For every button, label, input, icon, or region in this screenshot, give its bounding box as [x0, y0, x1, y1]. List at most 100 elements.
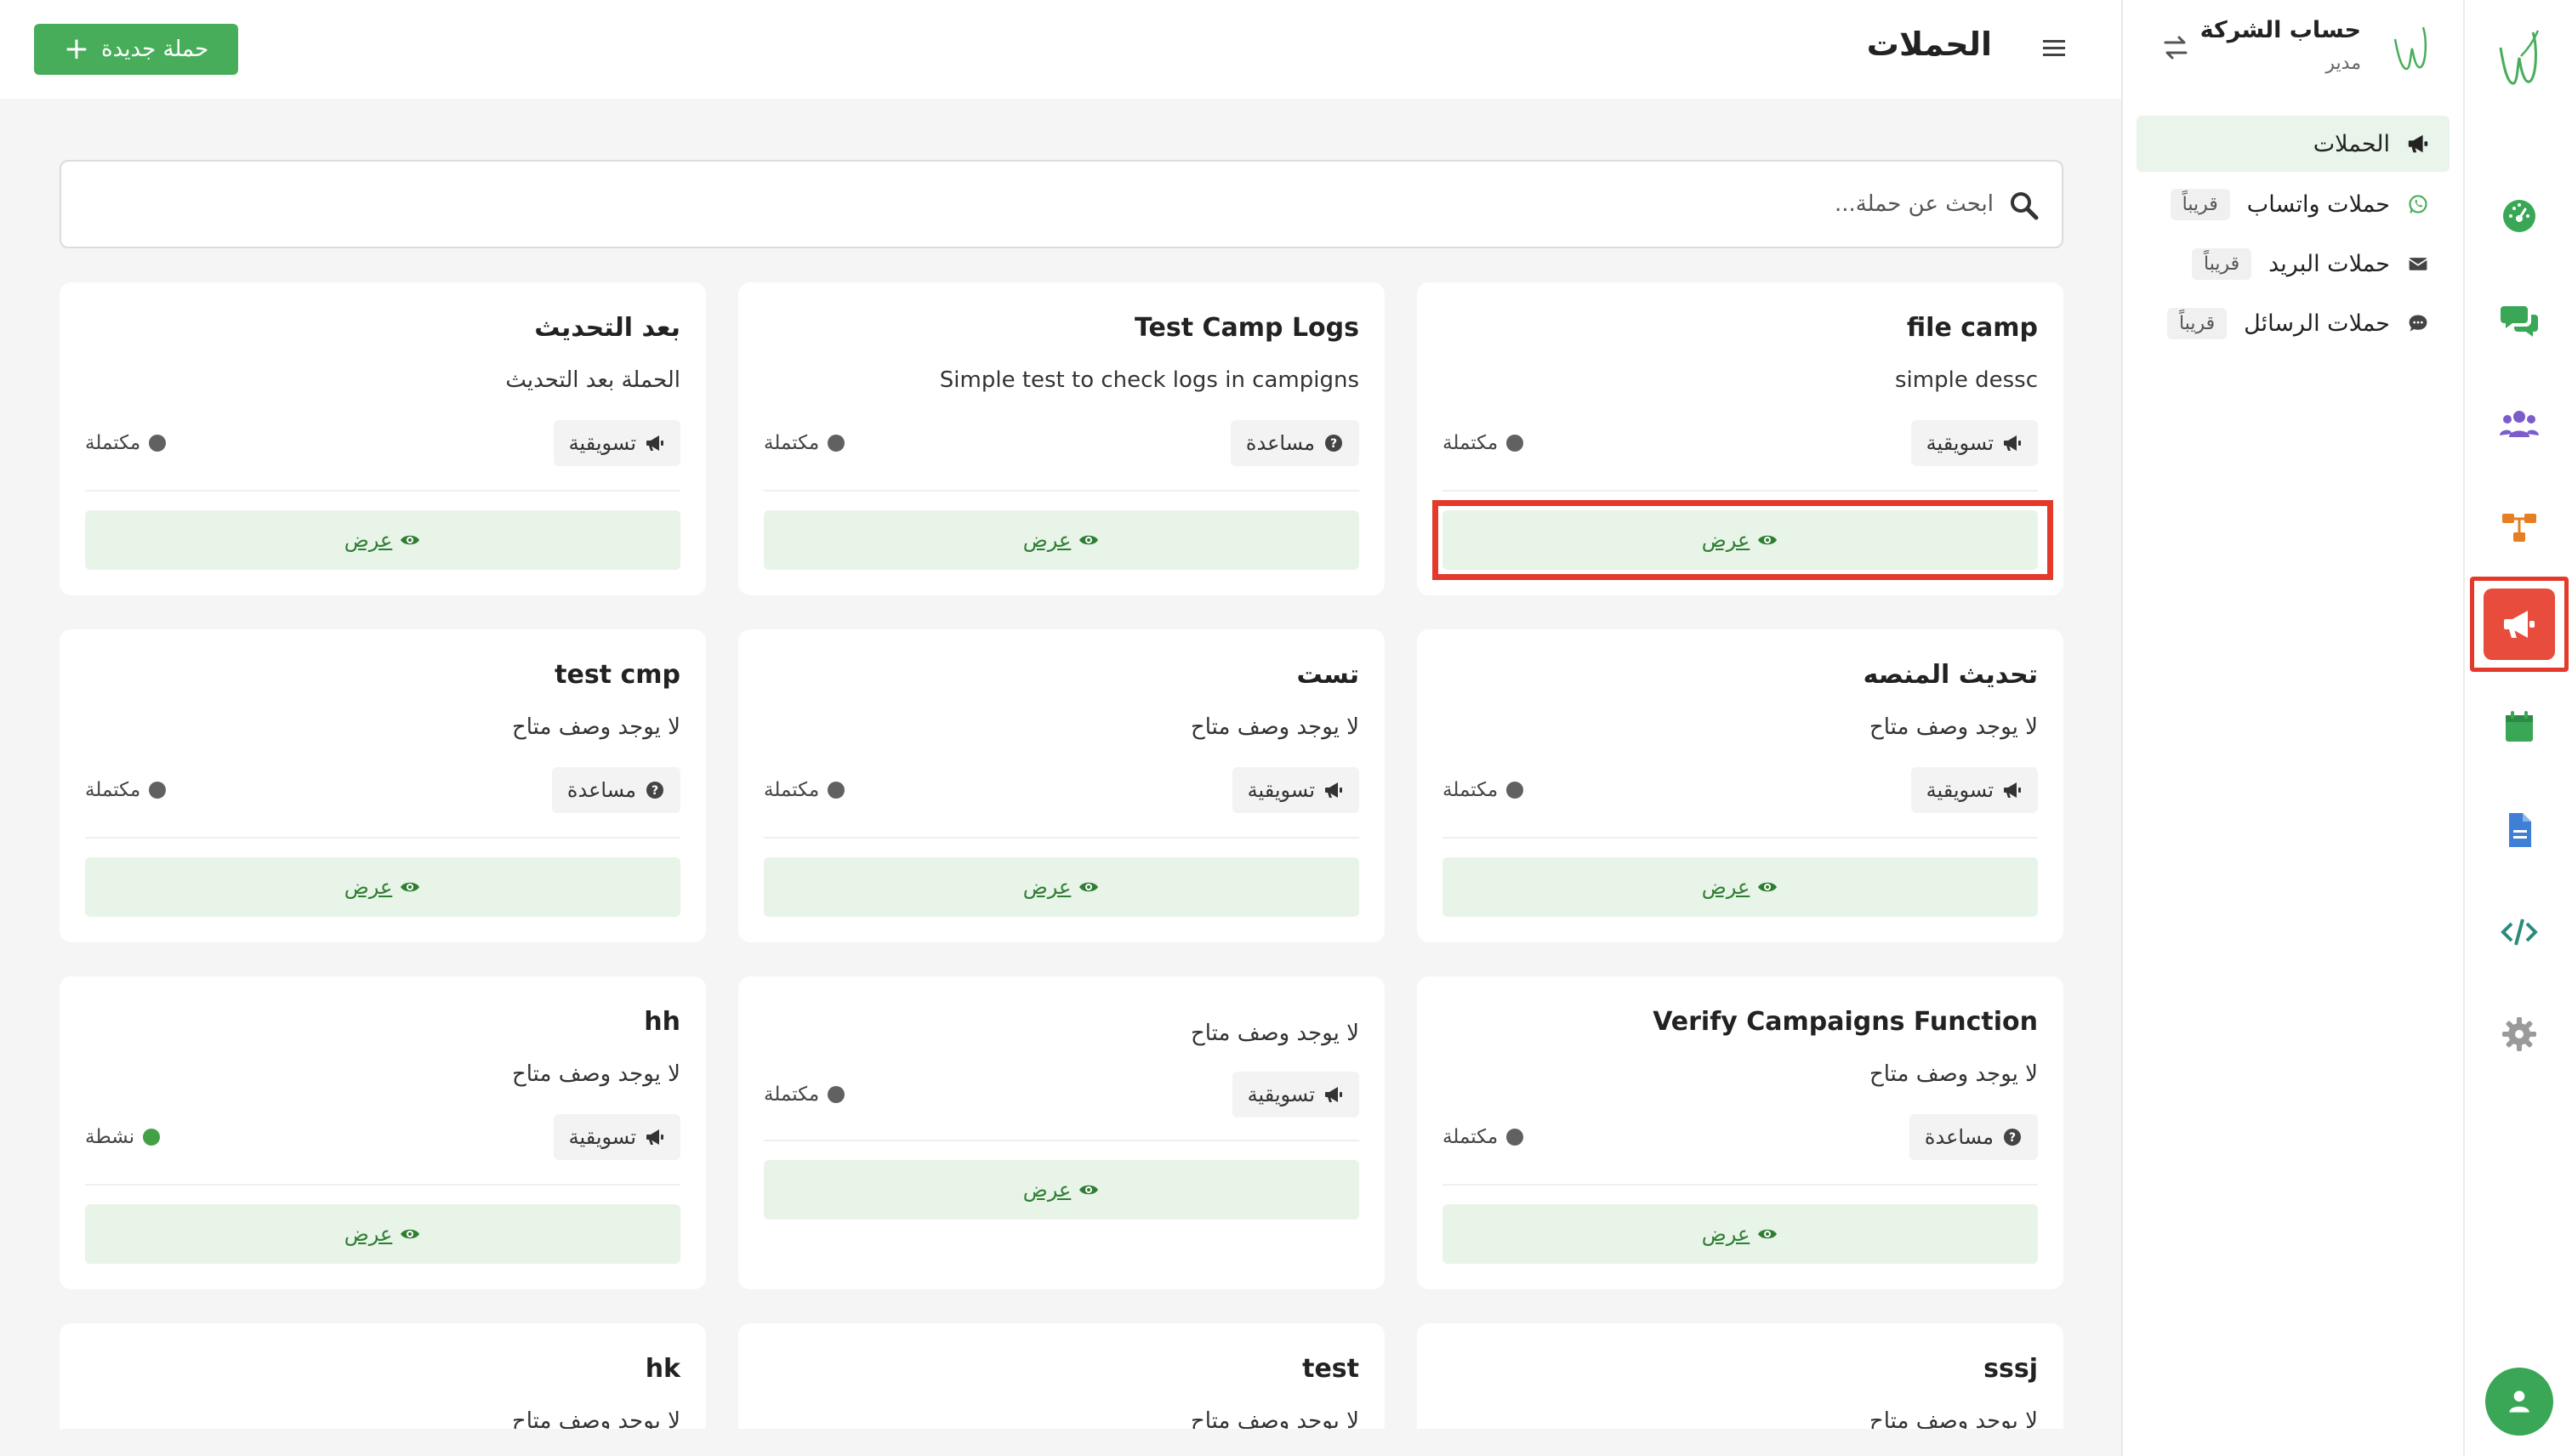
view-button[interactable]: عرض [85, 857, 680, 917]
status-dot [149, 435, 167, 452]
eye-icon [1758, 882, 1778, 892]
megaphone-icon[interactable] [2484, 589, 2555, 660]
campaign-title: test cmp [555, 660, 680, 690]
sidebar-item-label: حملات الرسائل [2244, 310, 2390, 337]
campaign-type-badge: تسويقية [1910, 767, 2038, 813]
document-icon[interactable] [2490, 801, 2548, 859]
campaign-description: لا يوجد وصف متاح [511, 1408, 680, 1429]
campaign-status: نشطة [85, 1114, 161, 1160]
campaign-title: hk [645, 1354, 680, 1384]
campaign-status: مكتملة [85, 767, 167, 813]
campaign-description: simple dessc [1895, 367, 2038, 393]
card-divider [764, 837, 1359, 839]
status-label: نشطة [85, 1126, 135, 1148]
campaign-type-label: تسويقية [568, 431, 636, 455]
help-icon: ? [1325, 435, 1342, 452]
view-button[interactable]: عرض [764, 510, 1359, 570]
card-divider [85, 1184, 680, 1186]
campaign-title: Test Camp Logs [1135, 313, 1359, 343]
card-divider [764, 1140, 1359, 1141]
campaign-type-label: تسويقية [568, 1125, 636, 1149]
view-label: عرض [1022, 875, 1072, 899]
campaign-description: الحملة بعد التحديث [505, 367, 680, 393]
view-button[interactable]: عرض [764, 857, 1359, 917]
card-divider [1442, 490, 2038, 492]
search-box [60, 160, 2063, 248]
campaign-type-label: تسويقية [1247, 1083, 1315, 1106]
campaign-type-label: تسويقية [1926, 778, 1994, 802]
campaign-status: مكتملة [1442, 1114, 1524, 1160]
campaign-card: test لا يوجد وصف متاح [738, 1323, 1385, 1429]
campaign-type-badge: ? مساعدة [1230, 420, 1359, 466]
view-label: عرض [1701, 875, 1750, 899]
plus-icon: + [63, 31, 90, 66]
help-icon: ? [2004, 1129, 2021, 1146]
dashboard-icon[interactable] [2490, 187, 2548, 245]
megaphone-icon [2004, 435, 2021, 451]
campaign-description: لا يوجد وصف متاح [1190, 1408, 1359, 1429]
sidebar-item-campaigns[interactable]: الحملات [2137, 116, 2450, 172]
campaign-status: مكتملة [764, 767, 845, 813]
view-label: عرض [1022, 1178, 1072, 1202]
eye-icon [401, 535, 420, 545]
campaign-type-badge: تسويقية [1232, 767, 1359, 813]
view-button[interactable]: عرض [85, 510, 680, 570]
icon-rail [2463, 0, 2572, 1456]
status-label: مكتملة [85, 779, 141, 801]
code-icon[interactable] [2490, 903, 2548, 961]
eye-icon [1079, 1185, 1099, 1195]
sidebar-item-label: الحملات [2313, 130, 2390, 157]
view-button[interactable]: عرض [764, 1160, 1359, 1220]
campaign-title: sssj [1983, 1354, 2038, 1384]
sidebar-item-whatsapp[interactable]: حملات واتساب قريباً [2137, 176, 2450, 232]
chat-icon[interactable] [2490, 291, 2548, 349]
campaign-title: تحديث المنصه [1863, 660, 2038, 690]
user-icon [2509, 1391, 2529, 1413]
new-campaign-label: حملة جديدة [101, 37, 209, 62]
status-dot [828, 435, 845, 452]
user-avatar[interactable] [2485, 1368, 2553, 1436]
view-button[interactable]: عرض [1442, 857, 2038, 917]
view-button[interactable]: عرض [85, 1204, 680, 1264]
sidebar-item-sms[interactable]: حملات الرسائل قريباً [2137, 295, 2450, 351]
status-label: مكتملة [85, 432, 141, 454]
settings-icon[interactable] [2490, 1005, 2548, 1063]
brand-logo-icon[interactable] [2495, 22, 2543, 94]
view-button[interactable]: عرض [1442, 1204, 2038, 1264]
card-divider [764, 490, 1359, 492]
campaign-status: مكتملة [764, 420, 845, 466]
users-icon[interactable] [2490, 395, 2548, 452]
campaign-card: تحديث المنصه لا يوجد وصف متاح تسويقية مك… [1417, 629, 2063, 942]
card-divider [1442, 1184, 2038, 1186]
help-icon: ? [646, 782, 663, 799]
new-campaign-button[interactable]: + حملة جديدة [34, 24, 238, 75]
card-divider [1442, 837, 2038, 839]
svg-text:?: ? [1330, 437, 1337, 451]
sms-icon [2405, 310, 2431, 336]
flow-icon[interactable] [2490, 498, 2548, 556]
campaign-card: Test Camp Logs Simple test to check logs… [738, 282, 1385, 595]
campaign-type-label: مساعدة [566, 778, 636, 802]
card-divider [85, 837, 680, 839]
campaign-card: Verify Campaigns Function لا يوجد وصف مت… [1417, 976, 2063, 1289]
campaign-type-badge: تسويقية [1910, 420, 2038, 466]
status-label: مكتملة [764, 779, 820, 801]
account-role: مدير [2325, 53, 2361, 74]
search-input[interactable] [122, 162, 1994, 247]
megaphone-icon [1325, 1087, 1342, 1102]
menu-icon[interactable] [2040, 34, 2068, 63]
status-label: مكتملة [1442, 1126, 1499, 1148]
campaign-type-badge: تسويقية [1232, 1072, 1359, 1118]
view-button-highlight [1432, 500, 2053, 580]
status-label: مكتملة [1442, 432, 1499, 454]
view-label: عرض [1701, 1222, 1750, 1246]
campaign-title: تست [1296, 660, 1359, 690]
switch-account-icon[interactable] [2160, 32, 2191, 63]
sidebar-item-label: حملات واتساب [2246, 191, 2390, 218]
campaign-title: Verify Campaigns Function [1653, 1007, 2038, 1037]
status-dot [828, 1086, 845, 1103]
envelope-icon [2405, 251, 2431, 276]
sidebar-item-email[interactable]: حملات البريد قريباً [2137, 236, 2450, 292]
campaign-card: test cmp لا يوجد وصف متاح ? مساعدة مكتمل… [60, 629, 706, 942]
calendar-icon[interactable] [2490, 697, 2548, 755]
